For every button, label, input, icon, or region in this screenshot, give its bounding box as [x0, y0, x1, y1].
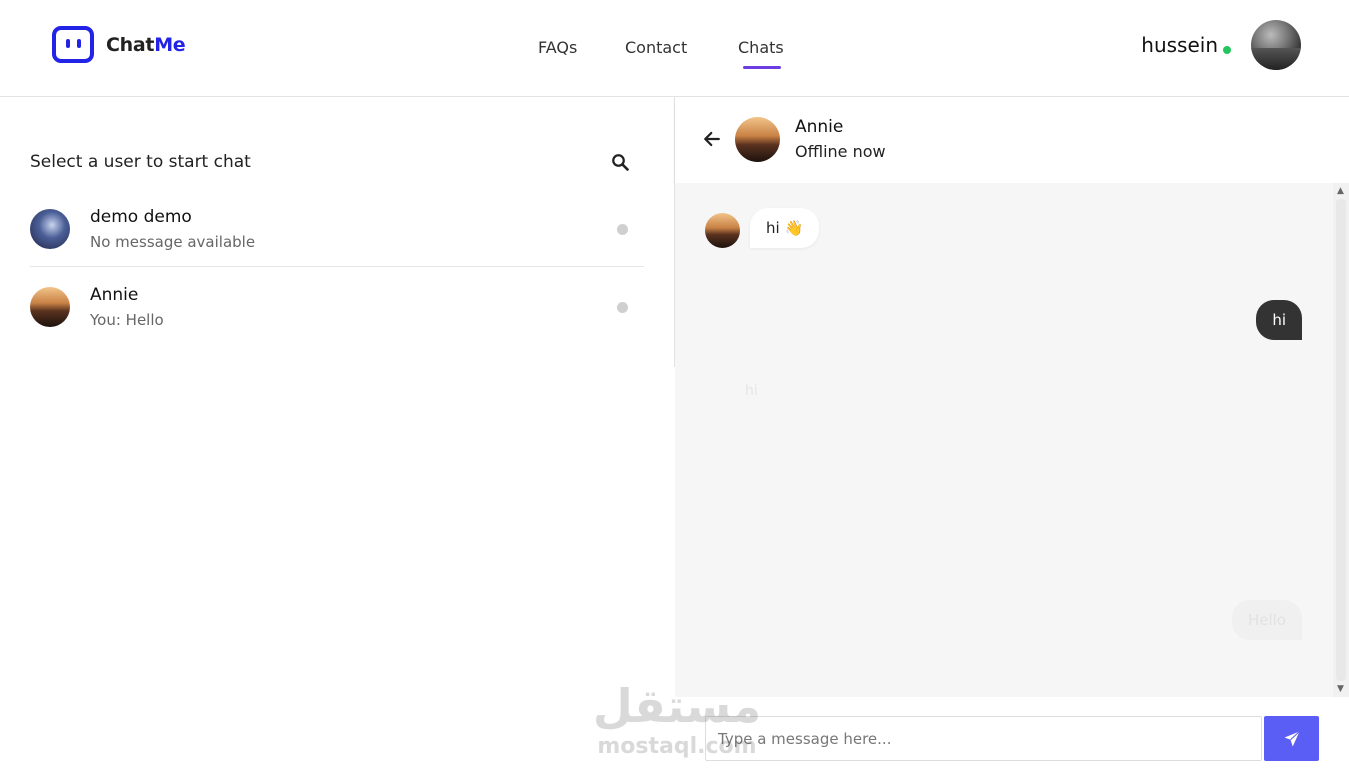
user-list-item[interactable]: Annie You: Hello — [30, 275, 644, 345]
nav-faqs[interactable]: FAQs — [538, 38, 577, 57]
avatar[interactable] — [1251, 20, 1301, 70]
last-message: You: Hello — [90, 311, 164, 329]
nav-active-indicator — [743, 66, 781, 69]
message-input[interactable] — [705, 716, 1262, 761]
chat-contact-name: Annie — [795, 117, 844, 137]
incoming-message: hi — [745, 383, 758, 399]
watermark-arabic: مستقل — [592, 679, 762, 733]
scrollbar[interactable]: ▲ ▼ — [1333, 183, 1349, 697]
online-status-dot — [1223, 46, 1231, 54]
send-icon — [1284, 730, 1300, 746]
user-name: demo demo — [90, 207, 192, 227]
search-icon[interactable] — [611, 153, 629, 171]
scroll-up-icon[interactable]: ▲ — [1337, 187, 1345, 196]
user-menu[interactable]: hussein — [1141, 20, 1301, 70]
user-name: Annie — [90, 285, 139, 305]
chat-header: Annie Offline now — [675, 97, 1349, 183]
top-header: ChatMe FAQs Contact Chats hussein — [0, 0, 1349, 97]
send-button[interactable] — [1264, 716, 1319, 761]
incoming-message: hi 👋 — [750, 208, 820, 248]
nav-contact[interactable]: Contact — [625, 38, 687, 57]
back-arrow-icon[interactable] — [703, 130, 721, 148]
avatar — [30, 209, 70, 249]
message-composer — [675, 697, 1349, 779]
avatar — [705, 213, 740, 248]
messages-area[interactable]: hi 👋 hi hi Hello ▲ ▼ — [675, 183, 1349, 697]
watermark: مستقل mostaql.com — [592, 678, 762, 768]
users-panel: Select a user to start chat demo demo No… — [0, 97, 675, 367]
scroll-down-icon[interactable]: ▼ — [1337, 685, 1345, 694]
last-message: No message available — [90, 233, 256, 251]
outgoing-message: Hello — [1231, 600, 1302, 640]
outgoing-message: hi — [1256, 300, 1302, 340]
watermark-latin: mostaql.com — [597, 734, 757, 759]
chat-contact-status: Offline now — [795, 142, 886, 161]
username: hussein — [1141, 33, 1218, 57]
users-panel-title: Select a user to start chat — [30, 152, 251, 172]
user-list-item[interactable]: demo demo No message available — [30, 197, 644, 267]
chat-panel: Annie Offline now hi 👋 hi hi Hello ▲ ▼ — [675, 97, 1349, 779]
status-dot — [617, 302, 628, 313]
avatar — [735, 117, 780, 162]
nav-chats[interactable]: Chats — [738, 38, 784, 57]
status-dot — [617, 224, 628, 235]
scrollbar-thumb[interactable] — [1336, 199, 1346, 681]
avatar — [30, 287, 70, 327]
